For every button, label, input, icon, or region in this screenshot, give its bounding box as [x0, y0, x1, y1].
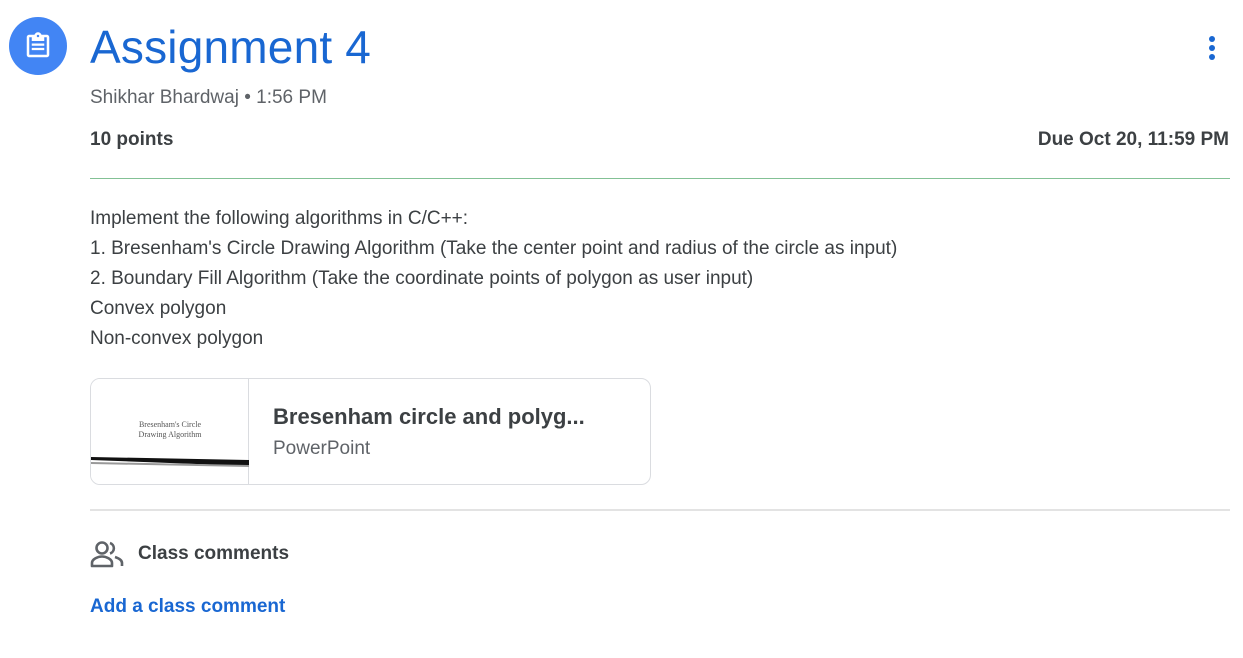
- description-line: Implement the following algorithms in C/…: [90, 208, 469, 229]
- assignment-description: Implement the following algorithms in C/…: [90, 204, 1230, 354]
- description-line: Convex polygon: [90, 298, 227, 319]
- slide-stripe-graphic: [91, 457, 249, 467]
- people-icon: [90, 539, 126, 569]
- assignment-meta: Shikhar Bhardwaj • 1:56 PM: [90, 86, 327, 110]
- attachment-card[interactable]: Bresenham's Circle Drawing Algorithm Bre…: [90, 378, 651, 485]
- attachment-title[interactable]: Bresenham circle and polyg...: [273, 403, 585, 431]
- header-divider: [90, 178, 1230, 179]
- page-title: Assignment 4: [90, 21, 372, 73]
- comments-divider: [90, 509, 1230, 511]
- thumbnail-caption-line: Drawing Algorithm: [138, 430, 202, 439]
- description-line: 2. Boundary Fill Algorithm (Take the coo…: [90, 268, 754, 289]
- attachment-info: Bresenham circle and polyg... PowerPoint: [249, 379, 585, 484]
- more-options-button[interactable]: [1192, 26, 1232, 70]
- class-comments-header: Class comments: [90, 539, 289, 569]
- meta-separator: •: [244, 87, 251, 108]
- clipboard-icon: [26, 32, 50, 58]
- thumbnail-caption: Bresenham's Circle Drawing Algorithm: [91, 420, 249, 440]
- add-class-comment-link[interactable]: Add a class comment: [90, 595, 285, 619]
- class-comments-label: Class comments: [138, 543, 290, 564]
- description-line: 1. Bresenham's Circle Drawing Algorithm …: [90, 238, 898, 259]
- attachment-thumbnail: Bresenham's Circle Drawing Algorithm: [91, 379, 249, 484]
- assignment-icon: [9, 17, 67, 75]
- posted-time: 1:56 PM: [256, 87, 327, 108]
- thumbnail-caption-line: Bresenham's Circle: [138, 420, 202, 429]
- assignment-page: Assignment 4 Shikhar Bhardwaj • 1:56 PM …: [0, 0, 1243, 658]
- author-name: Shikhar Bhardwaj: [90, 87, 239, 108]
- points-label: 10 points: [90, 129, 174, 150]
- attachment-type: PowerPoint: [273, 438, 371, 459]
- description-line: Non-convex polygon: [90, 328, 264, 349]
- more-vert-icon: [1209, 36, 1215, 60]
- due-date: Due Oct 20, 11:59 PM: [1037, 129, 1229, 150]
